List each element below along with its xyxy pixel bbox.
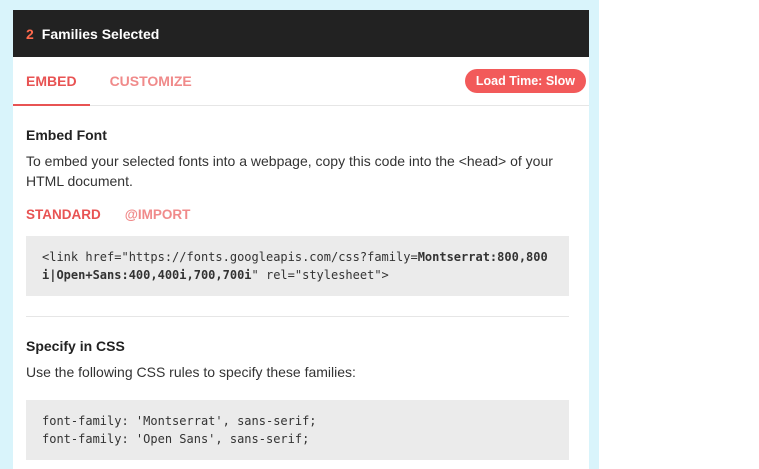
section-divider (26, 316, 569, 317)
embed-description: To embed your selected fonts into a webp… (26, 151, 569, 191)
tab-embed[interactable]: EMBED (13, 57, 90, 106)
embed-font-heading: Embed Font (26, 127, 107, 143)
tab-bar: EMBED CUSTOMIZE Load Time: Slow (13, 57, 589, 106)
tab-standard[interactable]: STANDARD (26, 207, 101, 222)
tab-customize[interactable]: CUSTOMIZE (96, 57, 206, 105)
code-suffix: " rel="stylesheet"> (251, 268, 389, 282)
code-family-part2: i|Open+Sans:400,400i,700,700i (42, 268, 252, 282)
embed-content: Embed Font To embed your selected fonts … (13, 127, 589, 460)
specify-css-heading: Specify in CSS (26, 338, 125, 354)
selection-header: 2 Families Selected (13, 10, 589, 57)
embed-method-tabs: STANDARD @IMPORT (26, 207, 569, 222)
embed-code-block[interactable]: <link href="https://fonts.googleapis.com… (26, 236, 569, 296)
selected-title: Families Selected (41, 25, 160, 42)
fonts-panel: 2 Families Selected EMBED CUSTOMIZE Load… (13, 10, 589, 469)
selected-count: 2 (26, 25, 34, 42)
embed-description-line1: To embed your selected fonts into a webp… (26, 153, 553, 169)
embed-description-line2: HTML document. (26, 173, 133, 189)
code-prefix: <link href="https://fonts.googleapis.com… (42, 250, 418, 264)
css-rule-montserrat: font-family: 'Montserrat', sans-serif; (42, 414, 317, 428)
tab-import[interactable]: @IMPORT (125, 207, 191, 222)
css-description: Use the following CSS rules to specify t… (26, 364, 356, 380)
css-rule-open-sans: font-family: 'Open Sans', sans-serif; (42, 432, 310, 446)
css-rules-block[interactable]: font-family: 'Montserrat', sans-serif; f… (26, 400, 569, 460)
code-family-part1: Montserrat:800,800 (417, 250, 548, 264)
load-time-badge: Load Time: Slow (464, 69, 586, 93)
